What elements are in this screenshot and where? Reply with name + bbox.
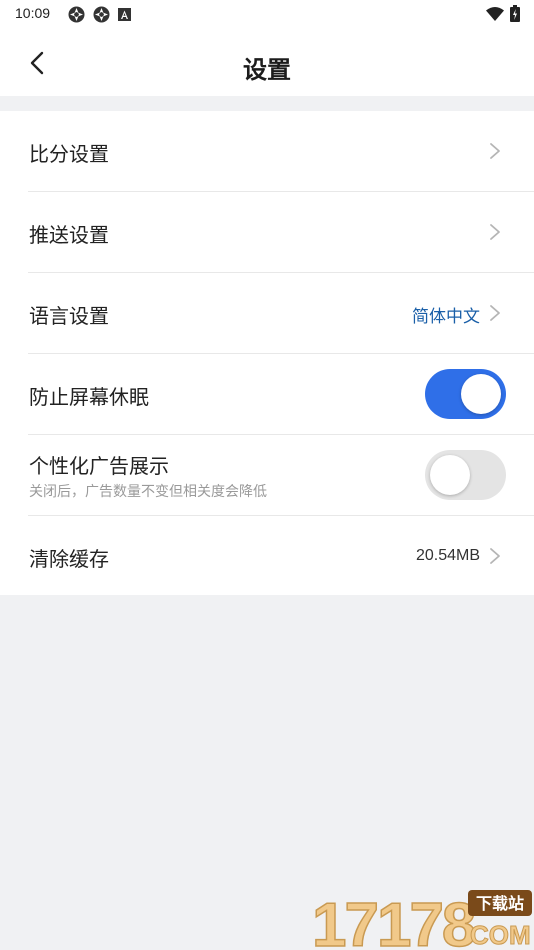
personalized-ads-label: 个性化广告展示	[29, 454, 169, 478]
watermark-number: 17178	[312, 891, 475, 950]
push-settings-label: 推送设置	[29, 223, 109, 247]
clear-cache-label: 清除缓存	[29, 547, 109, 571]
watermark-badge-text: 下载站	[476, 894, 524, 913]
keep-awake-toggle[interactable]	[425, 369, 506, 419]
language-value: 简体中文	[412, 307, 480, 327]
push-settings-row[interactable]: 推送设置	[0, 192, 534, 273]
settings-list: 比分设置 推送设置 语言设置 简体中文 防止屏幕休眠 个性化广告展示 关闭后，广…	[0, 111, 534, 595]
status-time: 10:09	[15, 5, 51, 21]
notification-icons	[68, 6, 131, 23]
battery-icon	[510, 5, 520, 22]
toggle-knob	[461, 374, 501, 414]
personalized-ads-toggle[interactable]	[425, 450, 506, 500]
app-notification-icon	[68, 6, 85, 23]
page-title: 设置	[243, 56, 291, 84]
keep-awake-row: 防止屏幕休眠	[0, 354, 534, 435]
score-settings-label: 比分设置	[29, 142, 109, 166]
system-icons	[486, 5, 520, 22]
personalized-ads-hint: 关闭后，广告数量不变但相关度会降低	[29, 484, 267, 500]
site-watermark-logo: 17178 下载站 COM	[311, 890, 532, 950]
chevron-right-icon	[490, 143, 500, 159]
language-settings-row[interactable]: 语言设置 简体中文	[0, 273, 534, 354]
app-notification-icon	[93, 6, 110, 23]
status-bar: 10:09	[0, 0, 534, 28]
toggle-knob	[430, 455, 470, 495]
keep-awake-label: 防止屏幕休眠	[29, 385, 149, 409]
watermark-domain: COM	[470, 920, 531, 950]
nav-bar: 设置	[0, 28, 534, 96]
clear-cache-row[interactable]: 清除缓存 20.54MB	[0, 516, 534, 597]
language-settings-label: 语言设置	[29, 304, 109, 328]
chevron-right-icon	[490, 548, 500, 564]
chevron-right-icon	[490, 224, 500, 240]
personalized-ads-row: 个性化广告展示 关闭后，广告数量不变但相关度会降低	[0, 435, 534, 516]
cache-size-value: 20.54MB	[415, 547, 480, 564]
a-badge-icon	[118, 8, 131, 21]
wifi-icon	[486, 7, 504, 21]
chevron-right-icon	[490, 305, 500, 321]
score-settings-row[interactable]: 比分设置	[0, 111, 534, 192]
